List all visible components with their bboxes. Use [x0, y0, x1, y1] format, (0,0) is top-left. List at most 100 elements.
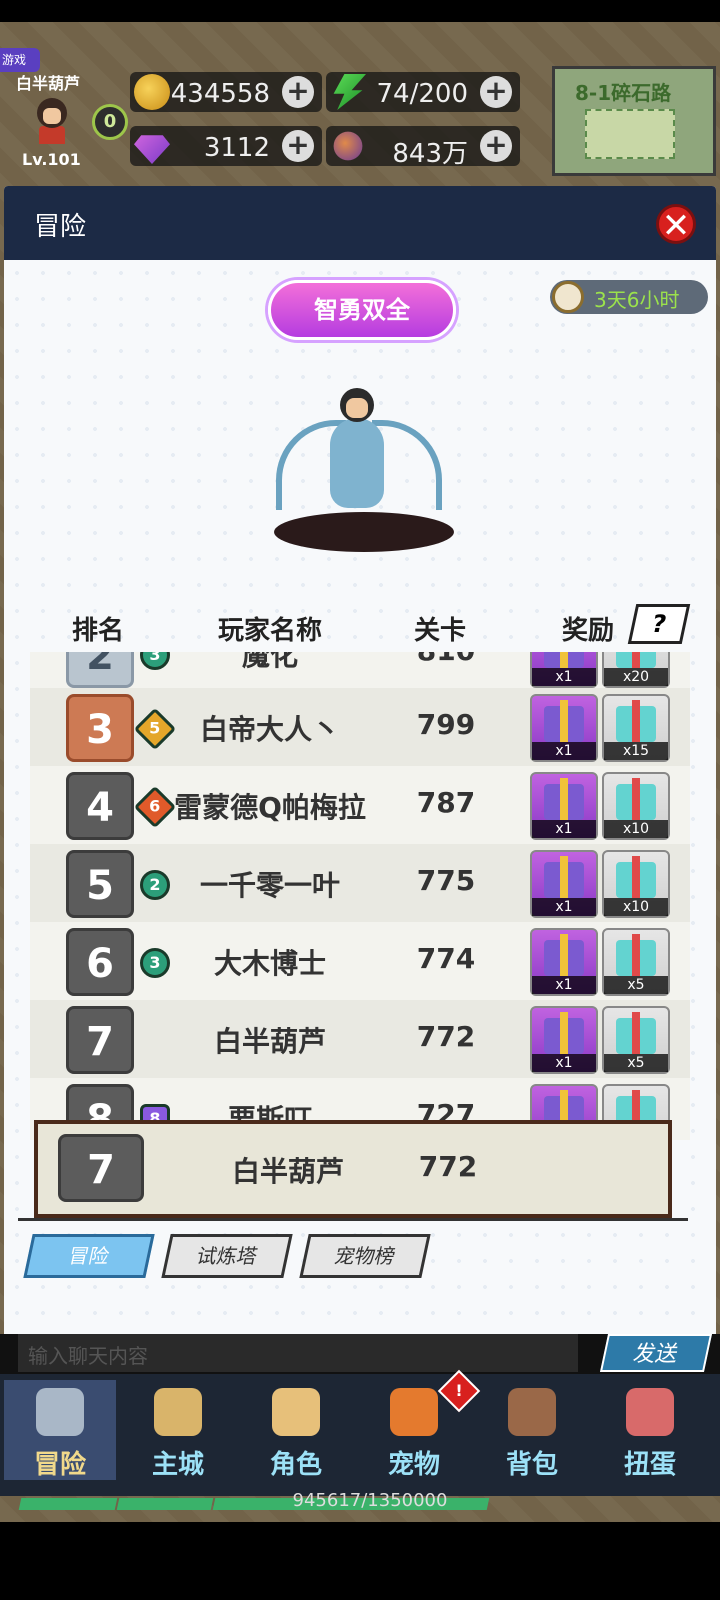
timer-text: 3天6小时: [594, 288, 680, 312]
reward-qty: x15: [604, 742, 668, 760]
header-stage: 关卡: [414, 616, 467, 646]
rank-number: 2: [66, 652, 134, 688]
gold-resource: 434558 +: [130, 72, 322, 112]
player-name-cell: 白帝大人丶: [199, 713, 340, 746]
game-tag: 游戏: [0, 48, 40, 72]
gem-value: 3112: [203, 133, 270, 163]
modal-header: 冒险 ✕: [4, 186, 716, 260]
header-reward: 奖励: [562, 616, 615, 646]
add-candy-button[interactable]: +: [480, 130, 512, 162]
gift-box-icon[interactable]: x1: [530, 928, 598, 996]
header-player-name: 玩家名称: [218, 616, 323, 646]
chat-input[interactable]: 输入聊天内容: [18, 1334, 578, 1372]
vip-level-badge[interactable]: 0: [92, 104, 128, 140]
player-name-cell: 一千零一叶: [199, 869, 340, 902]
energy-resource: 74/200 +: [326, 72, 520, 112]
tab-trial-tower[interactable]: 试炼塔: [161, 1234, 293, 1278]
gift-box-icon[interactable]: x10: [602, 850, 670, 918]
gift-box-icon[interactable]: x5: [602, 1006, 670, 1074]
candy-resource: 843万 +: [326, 126, 520, 169]
add-gem-button[interactable]: +: [282, 130, 314, 162]
rank-number: 6: [66, 928, 134, 996]
ranking-row[interactable]: 5 2 一千零一叶 775 x1 x10: [30, 844, 690, 922]
gift-box-icon[interactable]: x1: [530, 1006, 598, 1074]
player-name-cell: 大木博士: [213, 947, 326, 980]
energy-value: 74/200: [376, 79, 468, 109]
tab-adventure[interactable]: 冒险: [23, 1234, 155, 1278]
gift-box-icon[interactable]: x10: [602, 772, 670, 840]
exp-text: 945617/1350000: [292, 1490, 448, 1511]
exp-segment: [116, 1498, 214, 1510]
my-rank-number: 7: [58, 1134, 144, 1202]
castle-icon: [154, 1388, 202, 1436]
nav-label: 角色: [269, 1450, 322, 1480]
gift-box-icon[interactable]: x1: [530, 772, 598, 840]
gift-box-icon[interactable]: x5: [602, 928, 670, 996]
modal-title: 冒险: [34, 212, 87, 242]
event-title-banner: 智勇双全: [268, 280, 456, 340]
exp-segment: [18, 1498, 118, 1510]
gift-box-icon[interactable]: x1: [530, 850, 598, 918]
nav-backpack[interactable]: 背包: [476, 1380, 588, 1480]
pet-rider-face: [346, 398, 368, 418]
nav-label: 扭蛋: [623, 1450, 676, 1480]
gift-box-icon[interactable]: x15: [602, 694, 670, 762]
minimap[interactable]: 8-1碎石路: [552, 66, 716, 176]
ranking-row[interactable]: 3 5 白帝大人丶 799 x1 x15: [30, 688, 690, 766]
event-timer: 3天6小时: [550, 280, 708, 314]
gift-box-icon[interactable]: x20: [602, 652, 670, 688]
reward-qty: x1: [532, 742, 596, 760]
rank-number: 3: [66, 694, 134, 762]
nav-label: 背包: [505, 1450, 558, 1480]
badge-number: 5: [149, 718, 161, 738]
my-player-name: 白半葫芦: [231, 1155, 344, 1188]
nav-adventure[interactable]: 冒险: [4, 1380, 116, 1480]
my-stage: 772: [418, 1150, 478, 1183]
reward-qty: x1: [532, 898, 596, 916]
reward-qty: x1: [532, 668, 596, 686]
header-rank: 排名: [72, 616, 125, 646]
reward-qty: x10: [604, 820, 668, 838]
chat-bar: 输入聊天内容 发送: [0, 1334, 720, 1374]
nav-character[interactable]: 角色: [240, 1380, 352, 1480]
pet-dragon-body: [330, 418, 384, 508]
ranking-row[interactable]: 2 3 魔化 810 x1 x20: [30, 652, 690, 692]
player-avatar[interactable]: [32, 98, 72, 146]
reward-qty: x1: [532, 976, 596, 994]
ranking-row[interactable]: 7 白半葫芦 772 x1 x5: [30, 1000, 690, 1078]
nav-gacha[interactable]: 扭蛋: [594, 1380, 706, 1480]
add-gold-button[interactable]: +: [282, 76, 314, 108]
pet-dragon-icon: [390, 1388, 438, 1436]
minimap-area: [585, 109, 675, 159]
energy-bolt-icon: [333, 74, 366, 110]
candy-value: 843万: [392, 139, 468, 169]
stopwatch-icon: [552, 281, 584, 313]
stage-cell: 772: [416, 1020, 476, 1053]
tab-divider: [18, 1218, 688, 1221]
tab-pet-ranking[interactable]: 宠物榜: [299, 1234, 431, 1278]
close-icon[interactable]: ✕: [656, 204, 696, 245]
stage-cell: 787: [416, 786, 476, 819]
gift-box-icon[interactable]: x1: [530, 694, 598, 762]
minimap-label: 8-1碎石路: [575, 81, 672, 105]
gift-box-icon[interactable]: x1: [530, 652, 598, 688]
reward-help-button[interactable]: ?: [627, 604, 691, 644]
gem-resource: 3112 +: [130, 126, 322, 166]
reward-qty: x5: [604, 1054, 668, 1072]
reward-qty: x1: [532, 1054, 596, 1072]
ranking-row[interactable]: 4 6 雷蒙德Q帕梅拉 787 x1 x10: [30, 766, 690, 844]
badge-number: 6: [149, 796, 161, 816]
reward-qty: x5: [604, 976, 668, 994]
player-name-cell: 白半葫芦: [213, 1025, 326, 1058]
ranking-list[interactable]: 2 3 魔化 810 x1 x20 3 5 白帝大人丶 799 x1 x15 4…: [30, 652, 690, 1140]
ranking-row[interactable]: 6 3 大木博士 774 x1 x5: [30, 922, 690, 1000]
rank-number: 4: [66, 772, 134, 840]
reward-qty: x10: [604, 898, 668, 916]
nav-label: 冒险: [33, 1450, 86, 1480]
nav-main-city[interactable]: 主城: [122, 1380, 234, 1480]
add-energy-button[interactable]: +: [480, 76, 512, 108]
stage-cell: 810: [396, 652, 496, 667]
send-button[interactable]: 发送: [599, 1334, 713, 1372]
bottom-nav: 冒险 主城 角色 宠物 背包 扭蛋: [0, 1374, 720, 1496]
player-name-cell: 魔化: [241, 652, 298, 672]
